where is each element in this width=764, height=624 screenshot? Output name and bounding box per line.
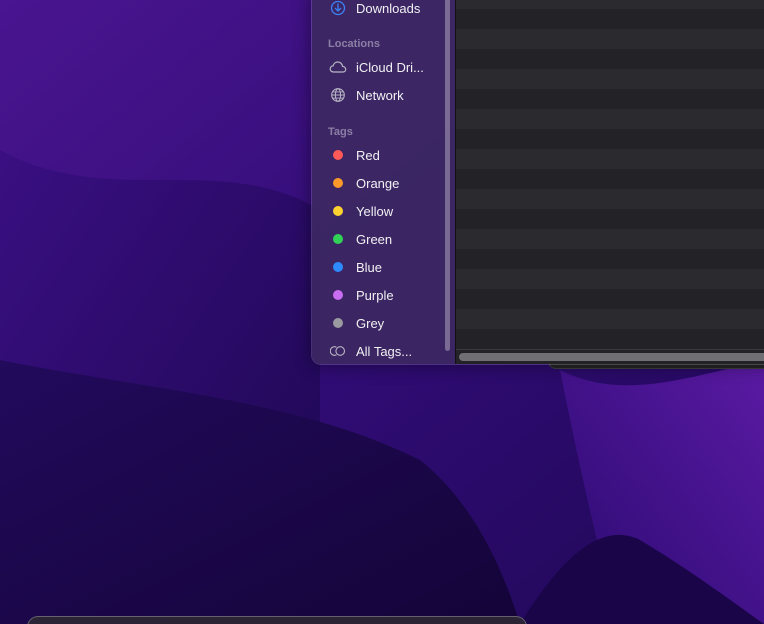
finder-window: Downloads Locations iCloud Dri... Networ… [311, 0, 764, 365]
tag-dot [333, 178, 343, 188]
empty-list-row [456, 209, 764, 229]
empty-list-row [456, 149, 764, 169]
empty-list-row [456, 0, 764, 9]
sidebar: Downloads Locations iCloud Dri... Networ… [312, 0, 455, 364]
empty-list-row [456, 329, 764, 349]
empty-list-row [456, 49, 764, 69]
horizontal-scrollbar[interactable] [456, 349, 764, 364]
file-list-rows [456, 0, 764, 349]
section-title-tags: Tags [328, 126, 353, 138]
tag-dot [333, 206, 343, 216]
empty-list-row [456, 169, 764, 189]
sidebar-item-label: Grey [356, 315, 385, 331]
sidebar-item-label: Yellow [356, 203, 394, 219]
sidebar-scrollbar[interactable] [445, 0, 450, 351]
tag-dot [333, 290, 343, 300]
sidebar-item-tag-red[interactable]: Red [322, 143, 440, 167]
tag-blue-icon [328, 257, 348, 277]
desktop[interactable]: Downloads Locations iCloud Dri... Networ… [0, 0, 764, 624]
sidebar-item-tag-green[interactable]: Green [322, 227, 440, 251]
sidebar-item-label: All Tags... [356, 343, 413, 359]
sidebar-item-tag-orange[interactable]: Orange [322, 171, 440, 195]
tag-dot [333, 318, 343, 328]
empty-list-row [456, 9, 764, 29]
sidebar-item-label: Red [356, 147, 380, 163]
sidebar-item-tag-purple[interactable]: Purple [322, 283, 440, 307]
tag-red-icon [328, 145, 348, 165]
tag-purple-icon [328, 285, 348, 305]
empty-list-row [456, 69, 764, 89]
empty-list-row [456, 289, 764, 309]
cloud-icon [328, 57, 348, 77]
sidebar-item-label: Blue [356, 259, 383, 275]
horizontal-scrollbar-thumb[interactable] [459, 353, 764, 361]
sidebar-item-label: Green [356, 231, 393, 247]
file-list-area[interactable] [456, 0, 764, 364]
empty-list-row [456, 189, 764, 209]
sidebar-item-all-tags[interactable]: All Tags... [322, 339, 440, 363]
sidebar-item-tag-blue[interactable]: Blue [322, 255, 440, 279]
sidebar-item-label: Network [356, 87, 404, 103]
tag-dot [333, 234, 343, 244]
tag-dot [333, 262, 343, 272]
empty-list-row [456, 109, 764, 129]
empty-list-row [456, 29, 764, 49]
sidebar-item-tag-yellow[interactable]: Yellow [322, 199, 440, 223]
sidebar-item-downloads[interactable]: Downloads [322, 0, 440, 20]
empty-list-row [456, 269, 764, 289]
sidebar-item-icloud-drive[interactable]: iCloud Dri... [322, 55, 440, 79]
empty-list-row [456, 129, 764, 149]
dock[interactable] [27, 616, 527, 624]
tag-orange-icon [328, 173, 348, 193]
section-title-locations: Locations [328, 38, 380, 50]
tag-yellow-icon [328, 201, 348, 221]
sidebar-item-label: Purple [356, 287, 394, 303]
empty-list-row [456, 229, 764, 249]
sidebar-item-label: iCloud Dri... [356, 59, 424, 75]
download-icon [328, 0, 348, 18]
sidebar-item-network[interactable]: Network [322, 83, 440, 107]
empty-list-row [456, 89, 764, 109]
empty-list-row [456, 249, 764, 269]
globe-icon [328, 85, 348, 105]
tag-green-icon [328, 229, 348, 249]
sidebar-item-label: Downloads [356, 0, 421, 16]
all-tags-icon [328, 341, 348, 361]
sidebar-item-tag-grey[interactable]: Grey [322, 311, 440, 335]
tag-dot [333, 150, 343, 160]
tag-grey-icon [328, 313, 348, 333]
empty-list-row [456, 309, 764, 329]
sidebar-item-label: Orange [356, 175, 400, 191]
